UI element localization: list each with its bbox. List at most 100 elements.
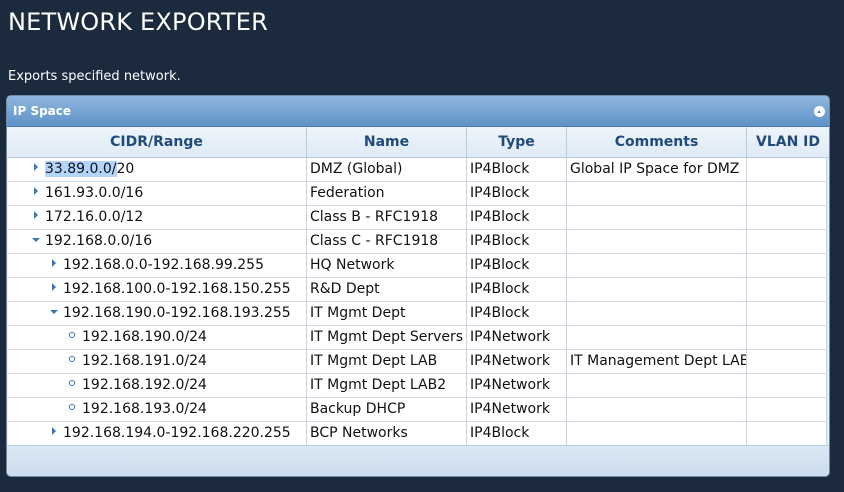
type-cell: IP4Block [467,254,567,277]
cidr-cell: 192.168.190.0-192.168.193.255 [8,302,307,325]
cidr-cell: 192.168.194.0-192.168.220.255 [8,422,307,445]
cidr-text: 192.168.0.0/16 [45,233,153,249]
table-row[interactable]: 192.168.192.0/24 IT Mgmt Dept LAB2 IP4Ne… [8,374,827,398]
table-row[interactable]: 192.168.194.0-192.168.220.255 BCP Networ… [8,422,827,446]
leaf-node-icon [69,380,75,386]
column-header-comments[interactable]: Comments [567,127,747,157]
expand-right-icon[interactable] [52,427,56,435]
cidr-rest-text: 20 [116,161,135,177]
cidr-cell: 192.168.190.0/24 [8,326,307,349]
cidr-text: 161.93.0.0/16 [45,185,144,201]
cidr-text: 192.168.194.0-192.168.220.255 [63,425,291,441]
vlan-cell [747,326,827,349]
table-row[interactable]: 33.89.0.0/20 DMZ (Global) IP4Block Globa… [8,158,827,182]
comments-cell [567,422,747,445]
leaf-node-icon [69,332,75,338]
name-cell: DMZ (Global) [307,158,467,181]
vlan-cell [747,206,827,229]
leaf-node-icon [69,356,75,362]
expand-right-icon[interactable] [34,187,38,195]
name-cell: HQ Network [307,254,467,277]
cidr-text: 172.16.0.0/12 [45,209,144,225]
table-row[interactable]: 192.168.0.0/16 Class C - RFC1918 IP4Bloc… [8,230,827,254]
type-cell: IP4Block [467,422,567,445]
vlan-cell [747,158,827,181]
type-cell: IP4Block [467,230,567,253]
table-row[interactable]: 192.168.190.0/24 IT Mgmt Dept Servers IP… [8,326,827,350]
cidr-text: 192.168.100.0-192.168.150.255 [63,281,291,297]
vlan-cell [747,182,827,205]
comments-cell [567,398,747,421]
cidr-cell: 192.168.192.0/24 [8,374,307,397]
table-row[interactable]: 161.93.0.0/16 Federation IP4Block [8,182,827,206]
page-description: Exports specified network. [8,69,181,84]
vlan-cell [747,398,827,421]
comments-cell [567,206,747,229]
panel-title: IP Space [13,104,72,118]
table-row[interactable]: 192.168.0.0-192.168.99.255 HQ Network IP… [8,254,827,278]
vlan-cell [747,278,827,301]
cidr-cell: 192.168.0.0-192.168.99.255 [8,254,307,277]
expand-right-icon[interactable] [34,163,38,171]
type-cell: IP4Block [467,158,567,181]
type-cell: IP4Network [467,350,567,373]
cidr-cell: 172.16.0.0/12 [8,206,307,229]
vlan-cell [747,422,827,445]
cidr-text: 192.168.190.0-192.168.193.255 [63,305,291,321]
name-cell: IT Mgmt Dept [307,302,467,325]
ip-space-panel: IP Space CIDR/Range Name Type Comments V… [7,96,829,476]
comments-cell: Global IP Space for DMZ [567,158,747,181]
comments-cell [567,374,747,397]
vlan-cell [747,302,827,325]
cidr-text: 33.89.0.0/20 [45,158,134,181]
type-cell: IP4Block [467,302,567,325]
column-header-name[interactable]: Name [307,127,467,157]
column-header-type[interactable]: Type [467,127,567,157]
comments-cell [567,230,747,253]
table-row[interactable]: 192.168.193.0/24 Backup DHCP IP4Network [8,398,827,422]
cidr-cell: 33.89.0.0/20 [8,158,307,181]
expand-down-icon[interactable] [50,310,58,314]
page-title: NETWORK EXPORTER [8,8,269,36]
column-header-vlan-id[interactable]: VLAN ID [747,127,829,157]
comments-cell [567,302,747,325]
type-cell: IP4Block [467,206,567,229]
name-cell: BCP Networks [307,422,467,445]
cidr-cell: 192.168.191.0/24 [8,350,307,373]
cidr-text: 192.168.191.0/24 [82,353,207,369]
expand-right-icon[interactable] [52,259,56,267]
table-row[interactable]: 192.168.100.0-192.168.150.255 R&D Dept I… [8,278,827,302]
expand-down-icon[interactable] [32,238,40,242]
expand-right-icon[interactable] [52,283,56,291]
column-header-cidr[interactable]: CIDR/Range [7,127,307,157]
name-cell: Class B - RFC1918 [307,206,467,229]
cidr-cell: 161.93.0.0/16 [8,182,307,205]
table-row[interactable]: 172.16.0.0/12 Class B - RFC1918 IP4Block [8,206,827,230]
leaf-node-icon [69,404,75,410]
name-cell: Federation [307,182,467,205]
vlan-cell [747,230,827,253]
collapse-up-icon[interactable] [814,106,825,117]
cidr-text: 192.168.192.0/24 [82,377,207,393]
panel-header: IP Space [7,96,829,127]
vlan-cell [747,254,827,277]
type-cell: IP4Block [467,182,567,205]
type-cell: IP4Block [467,278,567,301]
panel-footer [7,445,829,476]
table-row[interactable]: 192.168.191.0/24 IT Mgmt Dept LAB IP4Net… [8,350,827,374]
expand-right-icon[interactable] [34,211,38,219]
type-cell: IP4Network [467,374,567,397]
comments-cell [567,182,747,205]
vlan-cell [747,350,827,373]
comments-cell: IT Management Dept LAB [567,350,747,373]
cidr-text: 192.168.190.0/24 [82,329,207,345]
ip-space-tree-table: 33.89.0.0/20 DMZ (Global) IP4Block Globa… [8,158,827,446]
name-cell: Class C - RFC1918 [307,230,467,253]
cidr-cell: 192.168.0.0/16 [8,230,307,253]
cidr-cell: 192.168.193.0/24 [8,398,307,421]
column-header-row: CIDR/Range Name Type Comments VLAN ID [7,127,829,158]
table-row[interactable]: 192.168.190.0-192.168.193.255 IT Mgmt De… [8,302,827,326]
type-cell: IP4Network [467,398,567,421]
name-cell: R&D Dept [307,278,467,301]
name-cell: Backup DHCP [307,398,467,421]
